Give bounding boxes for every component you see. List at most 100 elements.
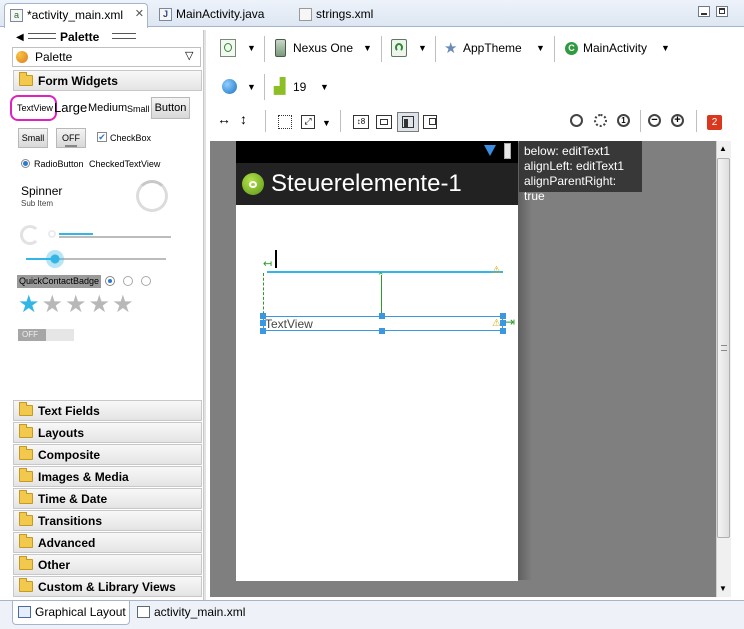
activity-selector[interactable]: MainActivity	[583, 41, 647, 63]
widget-toggle-button[interactable]: OFF	[56, 128, 86, 148]
widget-checked-textview[interactable]: CheckedTextView	[89, 159, 160, 169]
align-baseline-toggle[interactable]	[397, 112, 419, 132]
theme-dropdown-icon[interactable]: ▼	[536, 43, 545, 53]
theme-selector[interactable]: AppTheme	[463, 41, 522, 63]
fit-dropdown-icon[interactable]: ▼	[322, 118, 331, 128]
minimize-button[interactable]	[698, 6, 710, 17]
collapse-left-icon[interactable]: ◀	[16, 32, 24, 43]
seekbar[interactable]	[26, 250, 166, 268]
progress-small-icon[interactable]	[20, 225, 40, 245]
scroll-down-icon[interactable]: ▼	[719, 584, 727, 593]
android-icon: ▟	[274, 78, 286, 95]
layout-config-icon[interactable]	[220, 39, 236, 57]
progress-large-icon[interactable]	[136, 180, 168, 212]
widget-button[interactable]: Button	[151, 97, 190, 119]
gravity-icon[interactable]	[376, 115, 392, 129]
toolbar-separator	[696, 110, 697, 132]
zoom-real-size-icon[interactable]	[570, 114, 583, 127]
tab-mainactivity-java[interactable]: J MainActivity.java	[154, 3, 278, 27]
edit-text-underline[interactable]	[267, 271, 503, 273]
align-parent-right-arrow-icon: ⇥	[505, 315, 516, 329]
progress-tiny-icon[interactable]	[48, 230, 56, 238]
api-level-selector[interactable]: 19	[293, 80, 306, 102]
widget-switch[interactable]: OFF	[18, 329, 74, 341]
app-launcher-icon	[242, 173, 264, 195]
locale-dropdown-icon[interactable]: ▼	[247, 82, 256, 92]
device-selector[interactable]: Nexus One	[293, 41, 353, 63]
resize-handle[interactable]	[260, 328, 266, 334]
radio-group-icon-1[interactable]	[105, 276, 115, 286]
api-level-dropdown-icon[interactable]: ▼	[320, 82, 329, 92]
tab-graphical-layout[interactable]: Graphical Layout	[12, 601, 130, 625]
guideline-below: ⌃	[377, 271, 385, 317]
folder-icon	[19, 468, 33, 482]
distribute-icon[interactable]	[423, 115, 437, 129]
scroll-up-icon[interactable]: ▲	[719, 144, 727, 153]
widget-radiobutton[interactable]: RadioButton	[34, 159, 84, 169]
section-time-date[interactable]: Time & Date	[13, 488, 202, 509]
progress-horizontal[interactable]	[59, 233, 171, 238]
folder-icon	[19, 556, 33, 570]
select-all-icon[interactable]	[278, 115, 292, 129]
toggle-fill-height-icon[interactable]: ↕	[240, 112, 247, 126]
text-cursor	[275, 250, 277, 268]
section-other[interactable]: Other	[13, 554, 202, 575]
zoom-out-icon[interactable]: −	[648, 114, 661, 127]
section-text-fields[interactable]: Text Fields	[13, 400, 202, 421]
resize-handle[interactable]	[260, 320, 266, 326]
close-icon[interactable]: ✕	[135, 7, 144, 20]
java-file-icon: J	[159, 8, 172, 21]
widget-ratingbar[interactable]: ★★★★★	[18, 292, 136, 318]
tab-activity-main-xml-source[interactable]: activity_main.xml	[132, 601, 250, 625]
zoom-in-icon[interactable]: +	[671, 114, 684, 127]
widget-large-text[interactable]: Large	[54, 100, 87, 115]
palette-combo[interactable]: Palette ▽	[12, 47, 201, 67]
widget-spinner[interactable]: Spinner	[21, 184, 62, 198]
radio-group-icon-2[interactable]	[123, 276, 133, 286]
textview-text: TextView	[265, 317, 313, 331]
warning-icon: ⚠	[492, 265, 501, 276]
graphical-layout-icon	[18, 606, 31, 618]
radio-group-icon-3[interactable]	[141, 276, 151, 286]
section-transitions[interactable]: Transitions	[13, 510, 202, 531]
orientation-dropdown-icon[interactable]: ▼	[418, 43, 427, 53]
section-images-media[interactable]: Images & Media	[13, 466, 202, 487]
zoom-100-icon[interactable]: 1	[617, 114, 630, 127]
drag-handle[interactable]	[28, 33, 56, 39]
widget-quick-contact-badge[interactable]: QuickContactBadge	[17, 275, 102, 288]
margins-icon[interactable]: ↕8	[353, 115, 369, 129]
locale-globe-icon[interactable]	[222, 79, 237, 94]
xml-file-icon	[299, 8, 312, 21]
palette-splitter[interactable]	[204, 30, 206, 600]
section-layouts[interactable]: Layouts	[13, 422, 202, 443]
tab-strings-xml[interactable]: strings.xml	[294, 3, 384, 27]
widget-small-button[interactable]: Small	[18, 128, 48, 148]
widget-medium-text[interactable]: Medium	[88, 102, 127, 114]
toolbar-separator	[264, 36, 265, 62]
widget-textview[interactable]: TextView	[17, 103, 53, 113]
section-advanced[interactable]: Advanced	[13, 532, 202, 553]
activity-dropdown-icon[interactable]: ▼	[661, 43, 670, 53]
layout-config-dropdown-icon[interactable]: ▼	[247, 43, 256, 53]
resize-handle[interactable]	[260, 313, 266, 319]
section-composite[interactable]: Composite	[13, 444, 202, 465]
section-form-widgets[interactable]: Form Widgets	[13, 70, 202, 91]
device-screen[interactable]	[236, 141, 518, 581]
seekbar-thumb[interactable]	[46, 250, 64, 268]
fit-content-icon[interactable]: ⤢	[301, 115, 315, 129]
zoom-fit-icon[interactable]	[594, 114, 607, 127]
maximize-button[interactable]	[716, 6, 728, 17]
section-custom-library-views[interactable]: Custom & Library Views	[13, 576, 202, 597]
error-count-badge[interactable]: 2	[707, 115, 722, 130]
scrollbar-thumb[interactable]	[717, 158, 730, 538]
drag-handle-right[interactable]	[112, 33, 136, 39]
resize-handle[interactable]	[379, 328, 385, 334]
tab-activity-main-xml[interactable]: a *activity_main.xml ✕	[4, 3, 148, 28]
orientation-icon[interactable]	[391, 39, 407, 57]
folder-icon	[19, 424, 33, 438]
widget-small-text[interactable]: Small	[127, 104, 150, 114]
toggle-fill-width-icon[interactable]: ↔	[217, 112, 231, 126]
resize-handle[interactable]	[379, 313, 385, 319]
device-dropdown-icon[interactable]: ▼	[363, 43, 372, 53]
widget-checkbox[interactable]: CheckBox	[110, 133, 151, 143]
